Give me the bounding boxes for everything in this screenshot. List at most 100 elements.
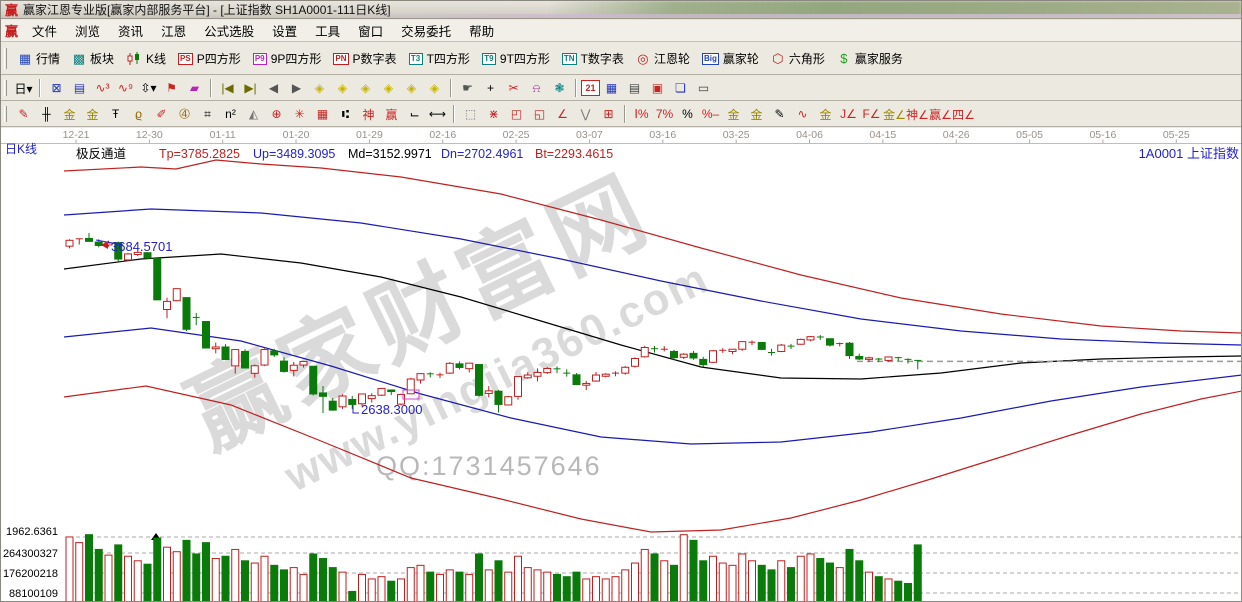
candle-body[interactable] [281, 361, 288, 371]
candle-body[interactable] [524, 375, 531, 378]
volume-bar[interactable] [95, 549, 102, 602]
candle-body[interactable] [222, 347, 229, 360]
volume-bar[interactable] [505, 572, 512, 602]
candle-body[interactable] [758, 343, 765, 350]
percent-ruler-tool[interactable]: Ⅰ% [630, 104, 653, 125]
candle-body[interactable] [515, 377, 522, 397]
chart-canvas[interactable]: 赢家财富网www.yingjia360.comQQ:17314576463684… [1, 128, 1242, 602]
volume-bar[interactable] [359, 574, 366, 602]
volume-bar[interactable] [86, 535, 93, 602]
candle-body[interactable] [476, 365, 483, 396]
period-selector[interactable]: 日▾ [12, 78, 35, 99]
candle-body[interactable] [203, 322, 210, 348]
volume-bar[interactable] [300, 574, 307, 602]
candle-body[interactable] [173, 289, 180, 301]
candle-body[interactable] [622, 367, 629, 373]
volume-bar[interactable] [222, 556, 229, 602]
crosshair-tool[interactable]: + [479, 78, 502, 99]
volume-bar[interactable] [427, 572, 434, 602]
volume-bar[interactable] [612, 577, 619, 602]
volume-bar[interactable] [749, 561, 756, 602]
crosshair-circle-tool[interactable]: ⊕ [265, 104, 288, 125]
gold-circle-tool[interactable]: 金 [722, 104, 745, 125]
candle-body[interactable] [329, 401, 336, 410]
volume-bar[interactable] [554, 574, 561, 602]
volume-bar[interactable] [856, 561, 863, 602]
menu-item-7[interactable]: 窗口 [349, 19, 392, 42]
fan-box-tool[interactable]: ◰ [505, 104, 528, 125]
spiral-tool[interactable]: ϱ [127, 104, 150, 125]
candle-body[interactable] [505, 397, 512, 405]
sectors-button[interactable]: ▩板块 [66, 45, 120, 71]
winner-service-button[interactable]: $赢家服务 [831, 45, 909, 71]
volume-bar[interactable] [466, 574, 473, 602]
web-doc-icon[interactable]: ❏ [669, 78, 692, 99]
candle-body[interactable] [534, 372, 541, 376]
pencil-tool[interactable]: ✎ [12, 104, 35, 125]
zoom-diamond-h[interactable]: ◈ [354, 78, 377, 99]
candle-body[interactable] [232, 350, 239, 366]
fan-box2-tool[interactable]: ◱ [528, 104, 551, 125]
flag-icon[interactable]: ⚑ [160, 78, 183, 99]
volume-bar[interactable] [885, 579, 892, 602]
rays-tool[interactable]: ⋇ [482, 104, 505, 125]
candle-body[interactable] [807, 337, 814, 340]
candle-body[interactable] [271, 351, 278, 355]
wave3-icon[interactable]: ∿³ [91, 78, 114, 99]
candle-body[interactable] [183, 298, 190, 330]
volume-bar[interactable] [632, 563, 639, 602]
square-grid-tool[interactable]: ▦ [311, 104, 334, 125]
toolbar-grip[interactable] [4, 48, 7, 70]
seven-percent-tool[interactable]: 7% [653, 104, 676, 125]
candle-body[interactable] [739, 342, 746, 350]
candle-body[interactable] [261, 350, 268, 365]
candle-body[interactable] [856, 356, 863, 359]
volume-bar[interactable] [515, 556, 522, 602]
volume-bar[interactable] [690, 540, 697, 602]
volume-bar[interactable] [700, 561, 707, 602]
volume-bar[interactable] [290, 568, 297, 602]
candle-body[interactable] [690, 353, 697, 358]
volume-bar[interactable] [485, 570, 492, 602]
si-angle-tool[interactable]: 四∠ [952, 104, 975, 125]
candle-body[interactable] [456, 364, 463, 368]
volume-bar[interactable] [105, 555, 112, 602]
wave-tool[interactable]: ⋁ [574, 104, 597, 125]
volume-bar[interactable] [154, 538, 161, 602]
menu-item-2[interactable]: 资讯 [109, 19, 152, 42]
first-bar-button[interactable]: |◀ [216, 78, 239, 99]
candle-body[interactable] [164, 301, 171, 309]
volume-bar[interactable] [125, 556, 132, 602]
candle-body[interactable] [671, 351, 678, 357]
print-icon[interactable]: ▭ [692, 78, 715, 99]
candle-body[interactable] [729, 349, 736, 351]
volume-bar[interactable] [134, 561, 141, 602]
candle-body[interactable] [846, 343, 853, 355]
percent-line-tool[interactable]: %– [699, 104, 722, 125]
volume-bar[interactable] [388, 581, 395, 602]
brain-tool[interactable]: ❃ [548, 78, 571, 99]
volume-bar[interactable] [593, 577, 600, 602]
m-lines-tool[interactable]: ⑆ [334, 104, 357, 125]
quotes-button[interactable]: ▦行情 [12, 45, 66, 71]
volume-bar[interactable] [76, 543, 83, 602]
candle-body[interactable] [466, 363, 473, 369]
volume-bar[interactable] [339, 572, 346, 602]
volume-bar[interactable] [846, 549, 853, 602]
volume-bar[interactable] [622, 570, 629, 602]
p-number-button[interactable]: PNP数字表 [327, 45, 402, 71]
volume-bar[interactable] [242, 561, 249, 602]
volume-bar[interactable] [183, 540, 190, 602]
volume-bar[interactable] [446, 570, 453, 602]
f-ruler-tool[interactable]: Ŧ [104, 104, 127, 125]
candle-body[interactable] [125, 254, 132, 260]
ruler123-tool[interactable]: ⌙ [403, 104, 426, 125]
angle-lines-tool[interactable]: ∠ [551, 104, 574, 125]
star-grid-tool[interactable]: ✳ [288, 104, 311, 125]
candle-body[interactable] [544, 368, 551, 372]
volume-bar[interactable] [212, 559, 219, 602]
candle-body[interactable] [388, 390, 395, 392]
prev-bar-button[interactable]: ◀ [262, 78, 285, 99]
candle-body[interactable] [593, 375, 600, 381]
wave9-icon[interactable]: ∿⁹ [114, 78, 137, 99]
